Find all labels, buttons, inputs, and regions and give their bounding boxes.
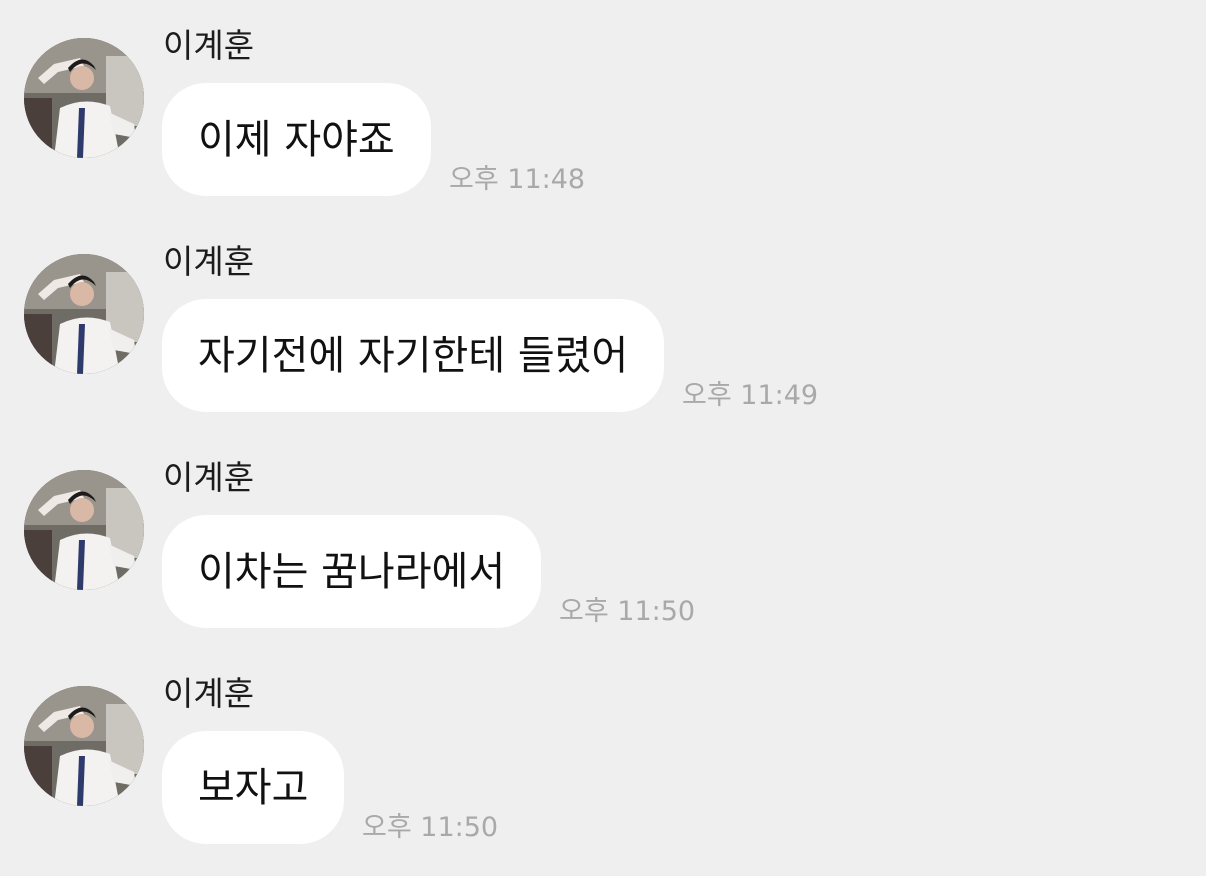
message-bubble[interactable]: 보자고 bbox=[162, 731, 345, 844]
sender-name: 이계훈 bbox=[163, 242, 255, 281]
message-timestamp: 오후 11:49 bbox=[682, 380, 819, 411]
message-timestamp: 오후 11:50 bbox=[362, 812, 499, 843]
avatar[interactable] bbox=[24, 686, 144, 806]
avatar[interactable] bbox=[24, 470, 144, 590]
message-item: 이계훈 보자고 오후 11:50 bbox=[0, 648, 1206, 864]
message-item: 이계훈 이차는 꿈나라에서 오후 11:50 bbox=[0, 432, 1206, 648]
sender-name: 이계훈 bbox=[163, 674, 255, 713]
profile-photo-icon bbox=[24, 254, 144, 374]
profile-photo-icon bbox=[24, 686, 144, 806]
message-text: 이제 자야죠 bbox=[198, 116, 395, 163]
message-bubble[interactable]: 자기전에 자기한테 들렸어 bbox=[162, 299, 665, 412]
profile-photo-icon bbox=[24, 470, 144, 590]
avatar[interactable] bbox=[24, 254, 144, 374]
sender-name: 이계훈 bbox=[163, 458, 255, 497]
message-bubble[interactable]: 이제 자야죠 bbox=[162, 83, 431, 196]
message-text: 보자고 bbox=[198, 764, 309, 811]
message-timestamp: 오후 11:50 bbox=[559, 596, 696, 627]
message-timestamp: 오후 11:48 bbox=[449, 164, 586, 195]
message-text: 자기전에 자기한테 들렸어 bbox=[198, 332, 629, 379]
message-text: 이차는 꿈나라에서 bbox=[198, 548, 506, 595]
profile-photo-icon bbox=[24, 38, 144, 158]
message-item: 이계훈 이제 자야죠 오후 11:48 bbox=[0, 0, 1206, 216]
message-bubble[interactable]: 이차는 꿈나라에서 bbox=[162, 515, 542, 628]
avatar[interactable] bbox=[24, 38, 144, 158]
sender-name: 이계훈 bbox=[163, 26, 255, 65]
message-item: 이계훈 자기전에 자기한테 들렸어 오후 11:49 bbox=[0, 216, 1206, 432]
